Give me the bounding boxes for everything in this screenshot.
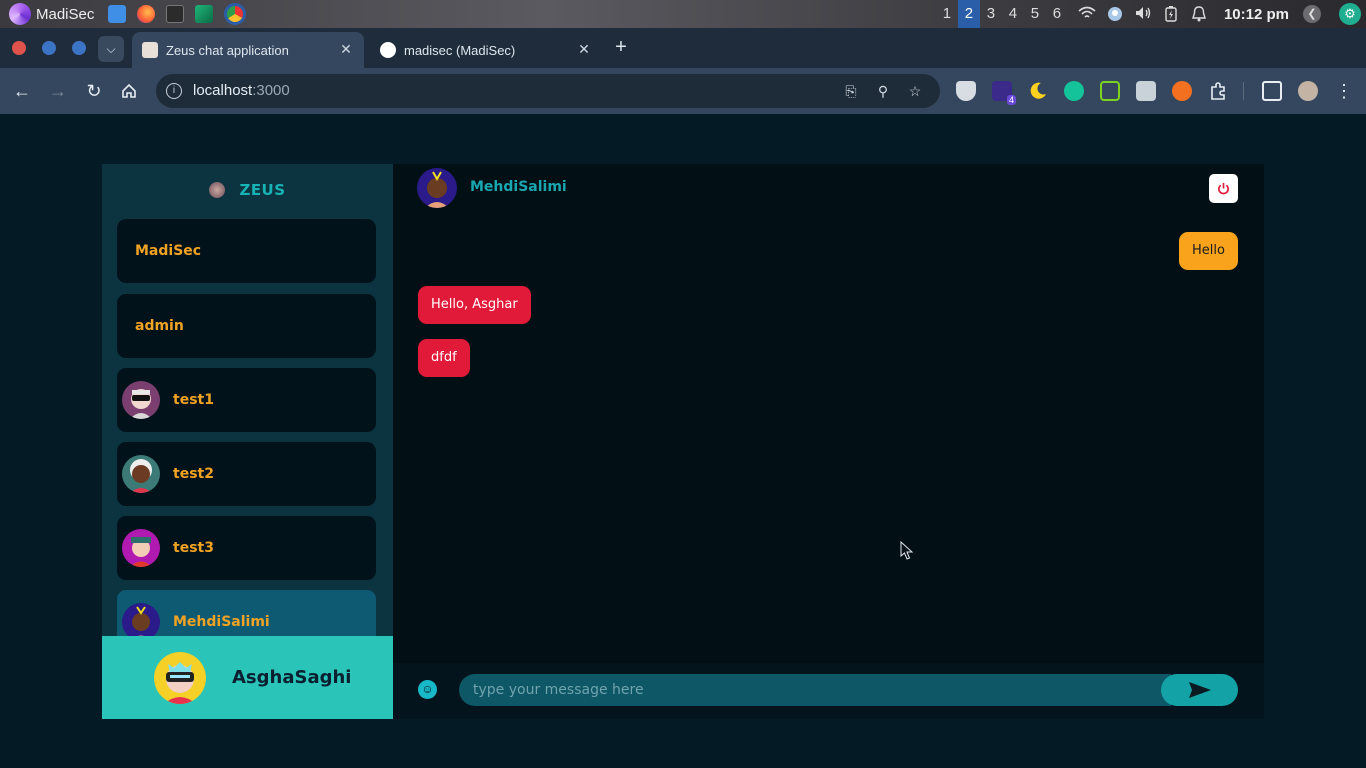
terminal-app-icon[interactable] — [166, 5, 185, 23]
emoji-picker-icon[interactable]: ☺ — [418, 680, 437, 699]
files-app-icon[interactable] — [108, 5, 127, 23]
chat-partner-avatar — [417, 168, 457, 208]
avatar — [122, 455, 160, 493]
kali-menu-icon[interactable]: ⚙ — [1339, 3, 1361, 25]
tab-title: madisec (MadiSec) — [404, 42, 516, 58]
message-incoming: Hello, Asghar — [418, 286, 531, 324]
contact-name: MehdiSalimi — [173, 614, 270, 630]
contact-name: admin — [135, 318, 184, 334]
zeus-chat-app: ZEUS MadiSec admin test1 test2 test3 Meh… — [102, 164, 1264, 719]
logout-power-button[interactable] — [1209, 174, 1238, 203]
chat-partner-name: MehdiSalimi — [470, 179, 567, 195]
chat-header: MehdiSalimi — [393, 164, 1264, 212]
forward-arrow-icon[interactable]: → — [47, 80, 69, 102]
wifi-icon[interactable] — [1078, 6, 1096, 22]
contacts-sidebar: ZEUS MadiSec admin test1 test2 test3 Meh… — [102, 164, 393, 719]
dark-mode-moon-icon[interactable] — [1028, 81, 1048, 101]
current-user-panel: AsghaSaghi — [102, 636, 393, 719]
workspace-3[interactable]: 3 — [980, 0, 1002, 28]
toolbar-divider — [1243, 82, 1244, 100]
extensions-puzzle-icon[interactable] — [1208, 81, 1228, 101]
tab-github-madisec[interactable]: madisec (MadiSec) ✕ — [370, 32, 602, 68]
os-top-panel: MadiSec 1 2 3 4 5 6 10:12 pm ❮ ⚙ — [0, 0, 1366, 28]
workspace-5[interactable]: 5 — [1024, 0, 1046, 28]
back-arrow-icon[interactable]: ← — [11, 80, 33, 102]
github-favicon-icon — [380, 42, 396, 58]
contact-item-madisec[interactable]: MadiSec — [117, 219, 376, 283]
message-outgoing: Hello — [1179, 232, 1238, 270]
contact-name: test1 — [173, 392, 214, 408]
contact-name: test3 — [173, 540, 214, 556]
contact-name: MadiSec — [135, 243, 202, 259]
workspace-2[interactable]: 2 — [957, 0, 980, 28]
os-user-name[interactable]: MadiSec — [36, 6, 94, 23]
clock[interactable]: 10:12 pm — [1224, 6, 1289, 23]
site-info-icon[interactable]: i — [166, 83, 182, 99]
contact-item-test1[interactable]: test1 — [117, 368, 376, 432]
battery-icon[interactable] — [1162, 6, 1180, 22]
install-app-icon[interactable]: ⎘ — [842, 82, 860, 100]
extension-badge-icon[interactable]: 4 — [992, 81, 1016, 105]
chat-panel: MehdiSalimi Hello Hello, Asghar dfdf ☺ — [393, 164, 1264, 719]
avatar — [122, 381, 160, 419]
message-input[interactable] — [459, 674, 1171, 706]
zeus-logo-icon — [209, 182, 226, 198]
workspace-1[interactable]: 1 — [936, 0, 958, 28]
orange-extension-icon[interactable] — [1172, 81, 1192, 101]
browser-tab-bar: ⌵ Zeus chat application ✕ madisec (MadiS… — [0, 28, 1366, 68]
contact-name: test2 — [173, 466, 214, 482]
panel-collapse-icon[interactable]: ❮ — [1303, 5, 1321, 23]
avatar — [122, 529, 160, 567]
current-user-name: AsghaSaghi — [232, 667, 352, 688]
chrome-app-icon[interactable] — [224, 3, 247, 25]
home-icon[interactable] — [118, 80, 140, 102]
network-status-icon[interactable] — [1106, 6, 1124, 22]
reload-icon[interactable]: ↻ — [83, 80, 105, 102]
distro-logo-icon[interactable] — [9, 3, 31, 25]
window-close-button[interactable] — [12, 41, 26, 55]
extension-badge-count: 4 — [1006, 95, 1016, 105]
tab-close-icon[interactable]: ✕ — [338, 41, 354, 57]
current-user-avatar — [154, 651, 206, 704]
brand-header: ZEUS — [102, 164, 393, 216]
window-maximize-button[interactable] — [72, 41, 86, 55]
chat-extension-icon[interactable] — [1100, 81, 1120, 101]
message-incoming: dfdf — [418, 339, 470, 377]
contact-item-admin[interactable]: admin — [117, 294, 376, 358]
workspace-6[interactable]: 6 — [1046, 0, 1068, 28]
browser-menu-icon[interactable]: ⋮ — [1333, 80, 1355, 102]
brand-name: ZEUS — [239, 181, 286, 199]
mouse-cursor-icon — [900, 541, 914, 560]
new-tab-plus-icon[interactable]: + — [610, 36, 632, 58]
profile-avatar[interactable] — [1298, 81, 1318, 101]
send-button[interactable] — [1161, 674, 1238, 706]
send-arrow-icon — [1189, 682, 1211, 698]
image-viewer-app-icon[interactable] — [195, 5, 214, 23]
tab-close-icon[interactable]: ✕ — [576, 41, 592, 57]
tab-title: Zeus chat application — [166, 42, 289, 58]
notifications-bell-icon[interactable] — [1190, 6, 1208, 22]
address-url[interactable]: localhost:3000 — [193, 82, 290, 99]
address-bar[interactable]: i localhost:3000 ⎘ ⚲ ☆ — [156, 74, 940, 108]
zoom-icon[interactable]: ⚲ — [874, 82, 892, 100]
tab-search-chevron-icon[interactable]: ⌵ — [98, 36, 124, 62]
contact-item-test3[interactable]: test3 — [117, 516, 376, 580]
zeus-favicon-icon — [142, 42, 158, 58]
grammarly-icon[interactable] — [1064, 81, 1084, 101]
firefox-app-icon[interactable] — [137, 5, 156, 23]
video-extension-icon[interactable] — [1136, 81, 1156, 101]
contact-item-test2[interactable]: test2 — [117, 442, 376, 506]
workspace-4[interactable]: 4 — [1002, 0, 1024, 28]
shield-extension-icon[interactable] — [956, 81, 976, 101]
browser-toolbar: ← → ↻ i localhost:3000 ⎘ ⚲ ☆ 4 ⋮ — [0, 68, 1366, 114]
side-panel-icon[interactable] — [1262, 81, 1282, 101]
volume-icon[interactable] — [1134, 6, 1152, 22]
tab-zeus-chat[interactable]: Zeus chat application ✕ — [132, 32, 364, 68]
message-composer: ☺ — [393, 663, 1264, 719]
window-minimize-button[interactable] — [42, 41, 56, 55]
bookmark-star-icon[interactable]: ☆ — [906, 82, 924, 100]
